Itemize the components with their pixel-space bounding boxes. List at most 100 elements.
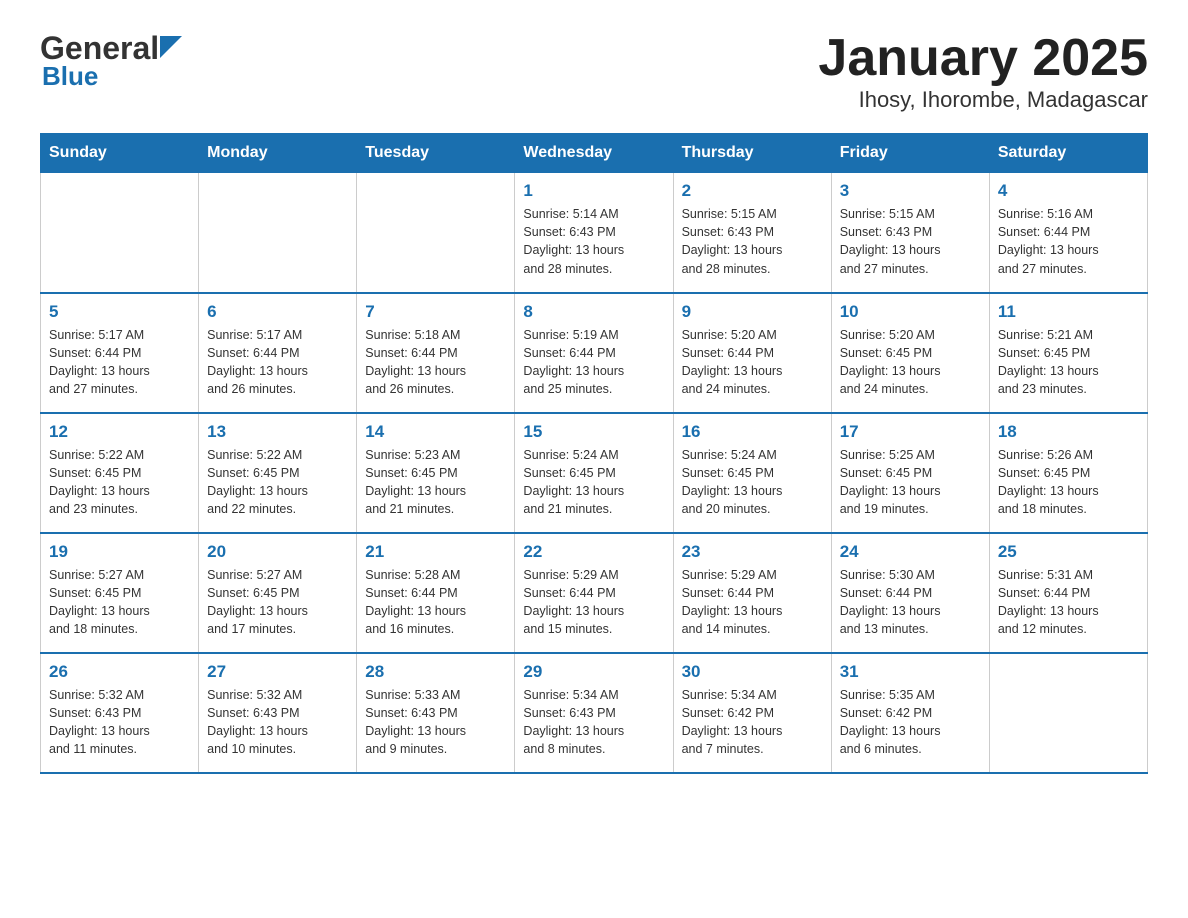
calendar-cell: 4 Sunrise: 5:16 AM Sunset: 6:44 PM Daylig… — [989, 173, 1147, 293]
day-number: 22 — [523, 542, 664, 562]
day-number: 1 — [523, 181, 664, 201]
day-number: 15 — [523, 422, 664, 442]
day-number: 26 — [49, 662, 190, 682]
day-info: Sunrise: 5:34 AM Sunset: 6:43 PM Dayligh… — [523, 686, 664, 759]
calendar-header-row: SundayMondayTuesdayWednesdayThursdayFrid… — [41, 134, 1148, 173]
day-info: Sunrise: 5:29 AM Sunset: 6:44 PM Dayligh… — [523, 566, 664, 639]
day-number: 12 — [49, 422, 190, 442]
page-header: General Blue January 2025 Ihosy, Ihoromb… — [40, 30, 1148, 113]
logo: General Blue — [40, 30, 182, 92]
day-number: 21 — [365, 542, 506, 562]
calendar-cell: 20Sunrise: 5:27 AM Sunset: 6:45 PM Dayli… — [199, 533, 357, 653]
calendar-cell: 11Sunrise: 5:21 AM Sunset: 6:45 PM Dayli… — [989, 293, 1147, 413]
calendar-cell: 8 Sunrise: 5:19 AM Sunset: 6:44 PM Daylig… — [515, 293, 673, 413]
logo-blue-text: Blue — [42, 61, 98, 92]
calendar-cell: 29 Sunrise: 5:34 AM Sunset: 6:43 PM Dayli… — [515, 653, 673, 773]
calendar-table: SundayMondayTuesdayWednesdayThursdayFrid… — [40, 133, 1148, 774]
day-info: Sunrise: 5:20 AM Sunset: 6:45 PM Dayligh… — [840, 326, 981, 399]
calendar-cell: 24Sunrise: 5:30 AM Sunset: 6:44 PM Dayli… — [831, 533, 989, 653]
calendar-cell: 22 Sunrise: 5:29 AM Sunset: 6:44 PM Dayli… — [515, 533, 673, 653]
day-number: 18 — [998, 422, 1139, 442]
calendar-cell — [199, 173, 357, 293]
day-info: Sunrise: 5:25 AM Sunset: 6:45 PM Dayligh… — [840, 446, 981, 519]
calendar-cell: 26Sunrise: 5:32 AM Sunset: 6:43 PM Dayli… — [41, 653, 199, 773]
calendar-cell: 21Sunrise: 5:28 AM Sunset: 6:44 PM Dayli… — [357, 533, 515, 653]
day-number: 19 — [49, 542, 190, 562]
day-number: 9 — [682, 302, 823, 322]
logo-triangle-icon — [160, 36, 182, 58]
day-info: Sunrise: 5:31 AM Sunset: 6:44 PM Dayligh… — [998, 566, 1139, 639]
day-info: Sunrise: 5:16 AM Sunset: 6:44 PM Dayligh… — [998, 205, 1139, 278]
day-number: 30 — [682, 662, 823, 682]
day-number: 8 — [523, 302, 664, 322]
day-number: 7 — [365, 302, 506, 322]
header-wednesday: Wednesday — [515, 134, 673, 173]
day-info: Sunrise: 5:15 AM Sunset: 6:43 PM Dayligh… — [682, 205, 823, 278]
calendar-cell: 14 Sunrise: 5:23 AM Sunset: 6:45 PM Dayli… — [357, 413, 515, 533]
calendar-cell: 6 Sunrise: 5:17 AM Sunset: 6:44 PM Daylig… — [199, 293, 357, 413]
day-number: 29 — [523, 662, 664, 682]
day-info: Sunrise: 5:18 AM Sunset: 6:44 PM Dayligh… — [365, 326, 506, 399]
day-info: Sunrise: 5:32 AM Sunset: 6:43 PM Dayligh… — [207, 686, 348, 759]
calendar-cell: 3 Sunrise: 5:15 AM Sunset: 6:43 PM Daylig… — [831, 173, 989, 293]
day-number: 10 — [840, 302, 981, 322]
day-number: 14 — [365, 422, 506, 442]
day-info: Sunrise: 5:34 AM Sunset: 6:42 PM Dayligh… — [682, 686, 823, 759]
calendar-cell — [41, 173, 199, 293]
day-info: Sunrise: 5:19 AM Sunset: 6:44 PM Dayligh… — [523, 326, 664, 399]
calendar-week-row: 26 Sunrise: 5:32 AM Sunset: 6:43 PM Dayli… — [41, 653, 1148, 773]
day-info: Sunrise: 5:23 AM Sunset: 6:45 PM Dayligh… — [365, 446, 506, 519]
day-number: 4 — [998, 181, 1139, 201]
day-info: Sunrise: 5:33 AM Sunset: 6:43 PM Dayligh… — [365, 686, 506, 759]
calendar-cell: 18 Sunrise: 5:26 AM Sunset: 6:45 PM Dayli… — [989, 413, 1147, 533]
calendar-cell: 15 Sunrise: 5:24 AM Sunset: 6:45 PM Dayli… — [515, 413, 673, 533]
calendar-cell: 7 Sunrise: 5:18 AM Sunset: 6:44 PM Daylig… — [357, 293, 515, 413]
header-friday: Friday — [831, 134, 989, 173]
day-info: Sunrise: 5:29 AM Sunset: 6:44 PM Dayligh… — [682, 566, 823, 639]
day-info: Sunrise: 5:20 AM Sunset: 6:44 PM Dayligh… — [682, 326, 823, 399]
day-number: 20 — [207, 542, 348, 562]
calendar-cell: 27 Sunrise: 5:32 AM Sunset: 6:43 PM Dayli… — [199, 653, 357, 773]
day-number: 5 — [49, 302, 190, 322]
calendar-week-row: 1Sunrise: 5:14 AM Sunset: 6:43 PM Daylig… — [41, 173, 1148, 293]
calendar-week-row: 5 Sunrise: 5:17 AM Sunset: 6:44 PM Daylig… — [41, 293, 1148, 413]
calendar-cell: 16 Sunrise: 5:24 AM Sunset: 6:45 PM Dayli… — [673, 413, 831, 533]
calendar-cell: 5Sunrise: 5:17 AM Sunset: 6:44 PM Daylig… — [41, 293, 199, 413]
day-number: 3 — [840, 181, 981, 201]
day-info: Sunrise: 5:17 AM Sunset: 6:44 PM Dayligh… — [207, 326, 348, 399]
header-sunday: Sunday — [41, 134, 199, 173]
calendar-week-row: 19 Sunrise: 5:27 AM Sunset: 6:45 PM Dayli… — [41, 533, 1148, 653]
calendar-cell: 25Sunrise: 5:31 AM Sunset: 6:44 PM Dayli… — [989, 533, 1147, 653]
day-number: 17 — [840, 422, 981, 442]
calendar-cell: 23 Sunrise: 5:29 AM Sunset: 6:44 PM Dayli… — [673, 533, 831, 653]
day-info: Sunrise: 5:21 AM Sunset: 6:45 PM Dayligh… — [998, 326, 1139, 399]
calendar-cell: 31 Sunrise: 5:35 AM Sunset: 6:42 PM Dayli… — [831, 653, 989, 773]
day-number: 31 — [840, 662, 981, 682]
day-info: Sunrise: 5:27 AM Sunset: 6:45 PM Dayligh… — [49, 566, 190, 639]
calendar-cell: 9 Sunrise: 5:20 AM Sunset: 6:44 PM Daylig… — [673, 293, 831, 413]
day-info: Sunrise: 5:26 AM Sunset: 6:45 PM Dayligh… — [998, 446, 1139, 519]
calendar-cell: 28 Sunrise: 5:33 AM Sunset: 6:43 PM Dayli… — [357, 653, 515, 773]
calendar-cell — [357, 173, 515, 293]
day-number: 6 — [207, 302, 348, 322]
header-saturday: Saturday — [989, 134, 1147, 173]
calendar-cell — [989, 653, 1147, 773]
calendar-week-row: 12 Sunrise: 5:22 AM Sunset: 6:45 PM Dayli… — [41, 413, 1148, 533]
day-number: 23 — [682, 542, 823, 562]
calendar-cell: 2 Sunrise: 5:15 AM Sunset: 6:43 PM Daylig… — [673, 173, 831, 293]
day-number: 2 — [682, 181, 823, 201]
day-info: Sunrise: 5:24 AM Sunset: 6:45 PM Dayligh… — [682, 446, 823, 519]
calendar-cell: 1Sunrise: 5:14 AM Sunset: 6:43 PM Daylig… — [515, 173, 673, 293]
day-info: Sunrise: 5:22 AM Sunset: 6:45 PM Dayligh… — [207, 446, 348, 519]
header-tuesday: Tuesday — [357, 134, 515, 173]
day-info: Sunrise: 5:24 AM Sunset: 6:45 PM Dayligh… — [523, 446, 664, 519]
day-info: Sunrise: 5:15 AM Sunset: 6:43 PM Dayligh… — [840, 205, 981, 278]
day-number: 28 — [365, 662, 506, 682]
day-info: Sunrise: 5:35 AM Sunset: 6:42 PM Dayligh… — [840, 686, 981, 759]
day-number: 16 — [682, 422, 823, 442]
header-monday: Monday — [199, 134, 357, 173]
calendar-cell: 19 Sunrise: 5:27 AM Sunset: 6:45 PM Dayli… — [41, 533, 199, 653]
day-number: 27 — [207, 662, 348, 682]
calendar-cell: 12Sunrise: 5:22 AM Sunset: 6:45 PM Dayli… — [41, 413, 199, 533]
header-thursday: Thursday — [673, 134, 831, 173]
